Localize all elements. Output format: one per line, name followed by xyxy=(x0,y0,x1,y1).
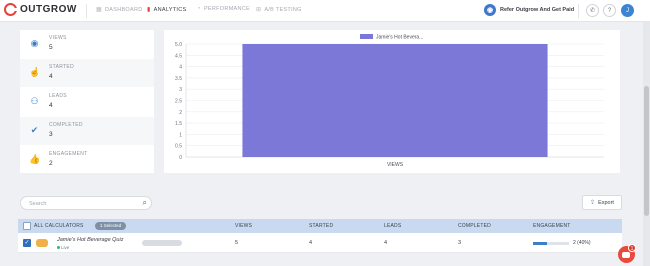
export-icon: ⇪ xyxy=(590,200,596,206)
cell-started: 4 xyxy=(309,240,313,246)
y-tick-label: 4.5 xyxy=(175,53,182,59)
chat-icon xyxy=(622,252,630,258)
metric-completed: ✔ COMPLETED 3 xyxy=(20,117,154,145)
nav-performance[interactable]: ◔ PERFORMANCE xyxy=(197,6,250,12)
cell-engagement: 2 (40%) xyxy=(573,240,591,246)
metric-value: 3 xyxy=(49,131,53,138)
metric-value: 4 xyxy=(49,73,53,80)
calculator-name[interactable]: Jamie's Hot Beverage Quiz xyxy=(57,237,123,243)
calculator-url-pill[interactable] xyxy=(142,240,182,246)
metric-label: COMPLETED xyxy=(49,122,83,128)
y-tick-label: 3.5 xyxy=(175,76,182,82)
help-icon: ? xyxy=(607,7,612,14)
export-button[interactable]: ⇪ Export xyxy=(582,195,622,210)
table-row[interactable]: ✓ Jamie's Hot Beverage Quiz Live 5 4 4 3… xyxy=(18,233,622,253)
bar-chart-icon: ▮ xyxy=(147,7,151,13)
cell-views: 5 xyxy=(235,240,239,246)
avatar[interactable]: J xyxy=(621,4,634,17)
phone-icon: ✆ xyxy=(589,8,596,14)
gauge-icon: ◔ xyxy=(197,6,201,12)
y-tick-label: 1.5 xyxy=(175,121,182,127)
legend-label: Jamie's Hot Bevera... xyxy=(376,35,423,41)
top-nav: OUTGROW ▦ DASHBOARD ▮ ANALYTICS ◔ PERFOR… xyxy=(0,0,650,22)
row-checkbox[interactable]: ✓ xyxy=(23,239,31,247)
y-tick-label: 0.5 xyxy=(175,144,182,150)
refer-label: Refer Outgrow And Get Paid xyxy=(500,7,575,13)
refer-link[interactable]: ◉ Refer Outgrow And Get Paid xyxy=(484,4,574,16)
globe-icon: ◉ xyxy=(484,4,496,16)
nav-dashboard[interactable]: ▦ DASHBOARD xyxy=(96,6,143,14)
eye-icon: ◉ xyxy=(30,38,39,48)
cell-leads: 4 xyxy=(384,240,388,246)
logo-icon xyxy=(4,3,18,16)
status-label: Live xyxy=(61,245,70,250)
chat-notification-badge: 1 xyxy=(628,244,636,252)
metric-value: 4 xyxy=(49,102,53,109)
y-tick-label: 0 xyxy=(179,155,182,161)
metric-value: 2 xyxy=(49,160,53,167)
nav-dashboard-label: DASHBOARD xyxy=(104,6,143,13)
metric-label: ENGAGEMENT xyxy=(49,151,88,157)
metrics-panel: ◉ VIEWS 5 ☝ STARTED 4 ⚇ LEADS 4 ✔ COMPLE… xyxy=(20,30,154,173)
help-button[interactable]: ? xyxy=(603,4,616,17)
metric-value: 5 xyxy=(49,44,53,51)
metric-engagement: 👍 ENGAGEMENT 2 xyxy=(20,146,154,174)
select-all-checkbox[interactable] xyxy=(23,222,31,230)
y-tick-label: 2 xyxy=(179,110,182,116)
outgrow-logo[interactable]: OUTGROW xyxy=(4,3,77,16)
header-completed[interactable]: COMPLETED xyxy=(458,223,491,229)
ab-test-icon: ⊞ xyxy=(256,7,262,13)
metric-label: VIEWS xyxy=(49,35,67,41)
logo-text: OUTGROW xyxy=(20,4,77,15)
grid-icon: ▦ xyxy=(96,7,102,13)
live-dot-icon xyxy=(57,246,60,249)
header-leads[interactable]: LEADS xyxy=(384,223,401,229)
legend-swatch xyxy=(360,34,373,39)
y-tick-label: 5.0 xyxy=(175,42,182,48)
y-tick-label: 3 xyxy=(179,87,182,93)
export-label: Export xyxy=(598,199,614,206)
header-views[interactable]: VIEWS xyxy=(235,223,252,229)
nav-divider xyxy=(86,4,87,18)
nav-analytics-label: ANALYTICS xyxy=(153,6,187,13)
phone-button[interactable]: ✆ xyxy=(586,4,599,17)
nav-ab-testing[interactable]: ⊞ A/B TESTING xyxy=(256,6,302,14)
nav-performance-label: PERFORMANCE xyxy=(203,6,251,12)
thumbs-up-icon: 👍 xyxy=(29,154,41,164)
double-check-icon: ✔ xyxy=(30,125,39,135)
chart-card: 0 0.5 1 1.5 2 2.5 3 3.5 4 4.5 5.0 VIEWS Jamie's Hot … xyxy=(164,30,620,173)
calculator-thumbnail xyxy=(36,239,48,247)
selected-count-badge: 1 Selected xyxy=(95,222,127,230)
y-tick-label: 4 xyxy=(179,65,182,71)
scrollbar-thumb[interactable] xyxy=(644,86,649,216)
y-tick-label: 1 xyxy=(179,132,182,138)
metric-views: ◉ VIEWS 5 xyxy=(20,30,154,58)
metric-leads: ⚇ LEADS 4 xyxy=(20,88,154,116)
header-all-calculators: ALL CALCULATORS xyxy=(34,223,84,229)
table-header: ALL CALCULATORS 1 Selected VIEWS STARTED… xyxy=(18,219,622,233)
search-icon[interactable]: ⌕ xyxy=(143,198,147,208)
x-tick-label: VIEWS xyxy=(387,162,404,168)
cell-completed: 3 xyxy=(458,240,462,246)
header-engagement[interactable]: ENGAGEMENT xyxy=(533,223,571,229)
search-box: ⌕ xyxy=(20,196,152,210)
bar-chart: 0 0.5 1 1.5 2 2.5 3 3.5 4 4.5 5.0 VIEWS Jamie's Hot … xyxy=(175,34,604,168)
metric-label: STARTED xyxy=(49,64,74,70)
nav-divider-right xyxy=(578,4,579,18)
engagement-progress-fill xyxy=(533,242,548,245)
search-input[interactable] xyxy=(29,199,139,208)
hand-pointer-icon: ☝ xyxy=(29,67,41,77)
y-tick-label: 2.5 xyxy=(175,99,182,105)
nav-ab-testing-label: A/B TESTING xyxy=(264,6,302,13)
metric-label: LEADS xyxy=(49,93,67,99)
chart-bar xyxy=(242,44,548,157)
users-icon: ⚇ xyxy=(30,96,39,106)
nav-analytics[interactable]: ▮ ANALYTICS xyxy=(147,6,187,14)
metric-started: ☝ STARTED 4 xyxy=(20,59,154,87)
header-started[interactable]: STARTED xyxy=(309,223,333,229)
avatar-initial: J xyxy=(626,7,629,14)
calculator-status: Live xyxy=(57,245,69,250)
engagement-progress-bar xyxy=(533,242,569,245)
